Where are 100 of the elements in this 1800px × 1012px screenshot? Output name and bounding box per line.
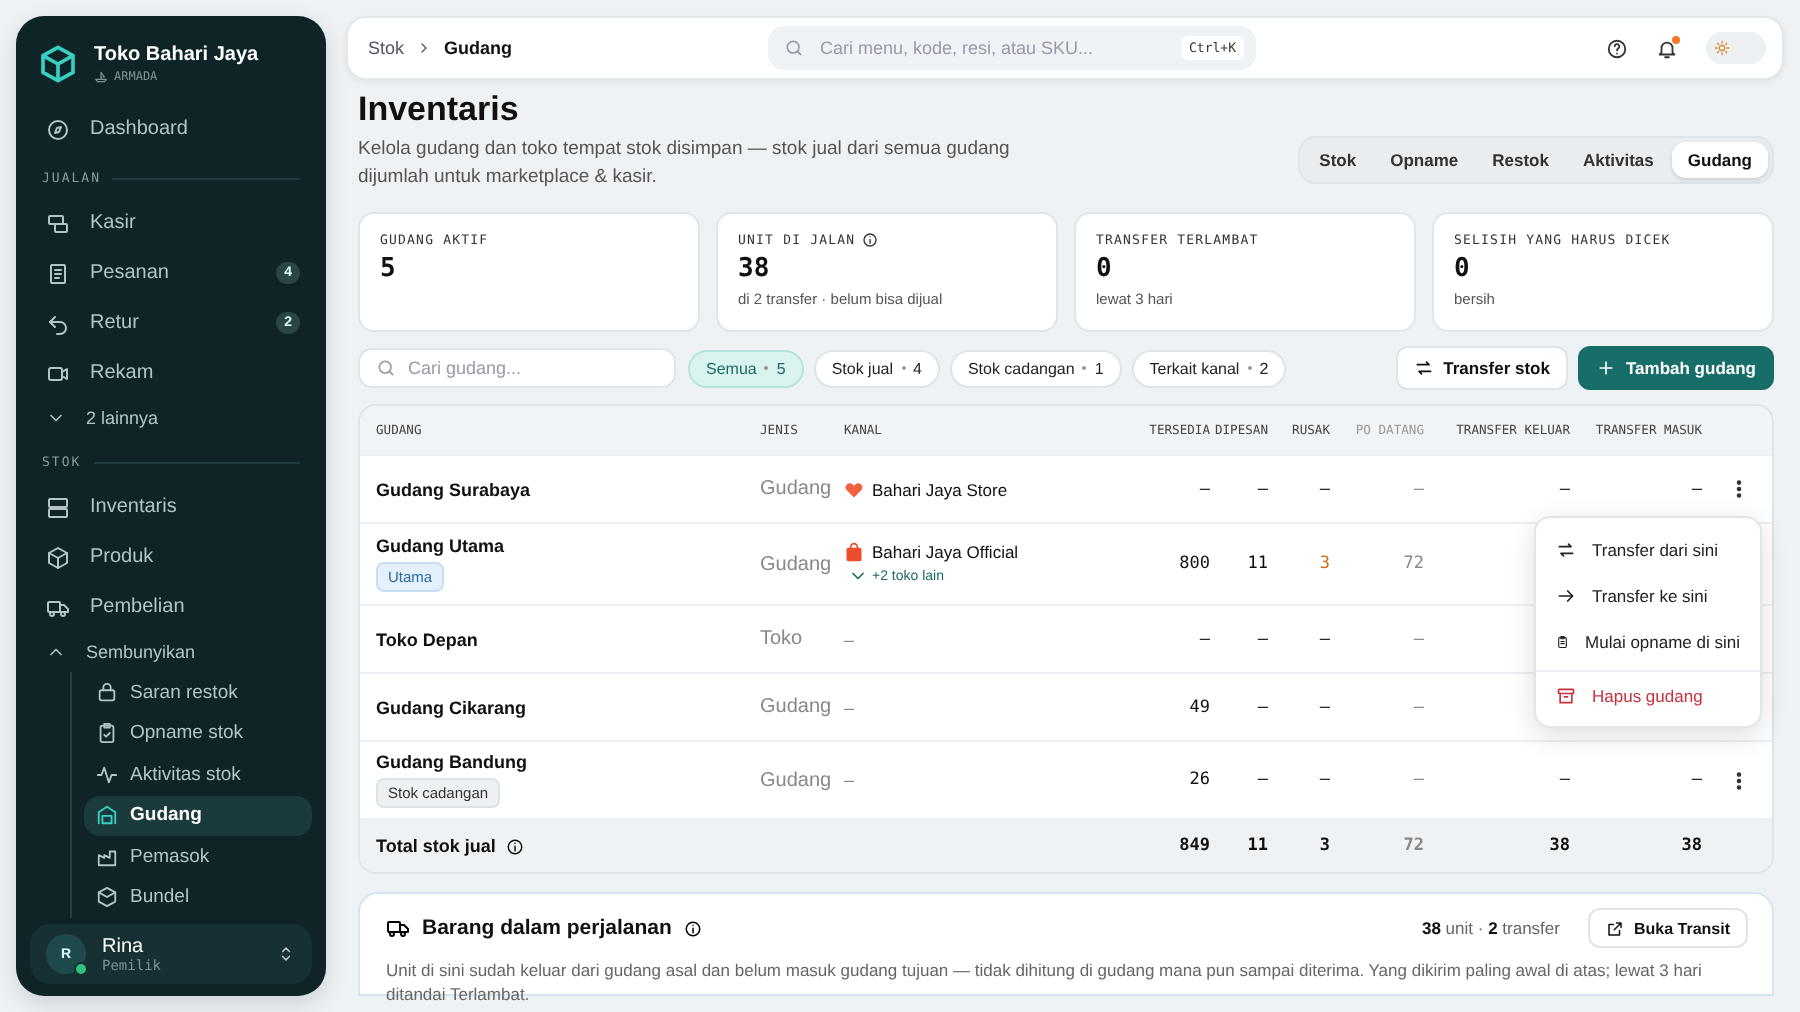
page-title: Inventaris [358,90,521,130]
swap-icon [1413,358,1434,378]
external-link-icon [1605,919,1624,937]
table-cell-text: 11 [1245,836,1268,856]
panel-title: Barang dalam perjalanan [422,916,672,940]
nav-item[interactable]: Dashboard [30,104,312,154]
stat-value: 0 [1096,254,1114,284]
table-cell-text: – [1689,479,1702,499]
table-cell-text: 3 [1317,554,1330,574]
table-cell-text: – [1255,697,1268,717]
table-cell-text: 38 [1547,836,1570,856]
breadcrumb-link[interactable]: Stok [368,38,405,58]
total-label: Total stok jual [376,836,496,856]
nav-item[interactable]: Bundel [84,877,312,918]
compass-icon [46,117,70,141]
table-cell-text: – [1317,479,1330,499]
table-cell-text: – [844,629,857,649]
nav-toggle[interactable]: Sembunyikan [30,632,312,672]
filter-chip[interactable]: Semua 5 [688,349,804,387]
warehouse-name: Gudang Bandung [376,752,529,772]
filter-chip[interactable]: Terkait kanal 2 [1131,349,1287,387]
register-icon [46,211,70,235]
warehouse-name: Gudang Cikarang [376,697,529,717]
activity-icon [96,763,118,786]
shelves-icon [46,495,70,519]
table-cell-text: 3 [1317,836,1330,856]
help-icon[interactable] [1606,37,1628,59]
user-name: Rina [102,935,146,957]
search-icon [784,38,804,58]
stat-value: 5 [380,254,398,284]
table-cell-text: – [1255,770,1268,790]
nav-item[interactable]: Produk [30,532,312,582]
table-cell-text: 38 [1679,836,1702,856]
table-cell-text: Gudang [760,553,834,575]
table-cell-text: – [1411,770,1424,790]
clipboard-icon [1556,631,1570,651]
theme-toggle[interactable] [1706,32,1766,64]
plus-icon [1595,358,1616,378]
table-cell-text: 849 [1177,836,1210,856]
breadcrumb-current: Gudang [444,38,513,58]
info-icon [683,919,702,937]
table-cell-text: – [1411,697,1424,717]
table-cell-text: Gudang [760,478,834,500]
menu-item[interactable]: Mulai opname di sini [1536,618,1760,664]
boat-icon [94,70,108,84]
tab[interactable]: Opname [1374,142,1475,178]
stat-value: 38 [738,254,772,284]
table-cell-text: – [1255,479,1268,499]
nav-item[interactable]: Inventaris [30,482,312,532]
nav-toggle[interactable]: 2 lainnya [30,398,312,438]
building-icon [96,845,118,868]
menu-item[interactable]: Transfer ke sini [1536,572,1760,618]
channel-name: Bahari Jaya Store [872,479,1008,499]
table-cell-text: 72 [1401,836,1424,856]
nav-item[interactable]: Gudang [84,795,312,836]
notification-button[interactable] [1656,37,1678,59]
nav-item[interactable]: Saran restok [84,672,312,713]
truck-icon [46,595,70,619]
nav-item[interactable]: Aktivitas stok [84,754,312,795]
filter-chip[interactable]: Stok jual 4 [813,349,940,387]
transit-summary: 38 unit · 2 transfer [1421,918,1560,938]
table-cell-text: – [1689,770,1702,790]
table-cell-text: – [1411,479,1424,499]
cube-logo-icon [38,44,78,84]
table-cell-text: – [1317,629,1330,649]
table-cell-text: 26 [1187,770,1210,790]
add-button[interactable]: Tambah gudang [1577,346,1774,390]
tab[interactable]: Aktivitas [1566,142,1670,178]
nav-item[interactable]: Kasir [30,198,312,248]
clipboard-icon [96,722,118,745]
nav-item[interactable]: Rekam [30,348,312,398]
bell-icon [1656,37,1678,59]
table-cell-text: Gudang [760,696,834,718]
table-cell-text: – [1197,479,1210,499]
tab[interactable]: Gudang [1671,142,1768,178]
nav-item[interactable]: Pembelian [30,582,312,632]
table-cell-text: – [1317,770,1330,790]
tab[interactable]: Restok [1476,142,1565,178]
truck-icon [386,916,410,940]
trash-icon [1556,685,1576,705]
table-cell-text: – [1317,697,1330,717]
table-cell-text: – [844,697,857,717]
stat-value: 0 [1454,254,1472,284]
receipt-icon [46,261,70,285]
transfer-button[interactable]: Transfer stok [1395,346,1568,390]
filter-chip[interactable]: Stok cadangan 1 [949,349,1122,387]
tab[interactable]: Stok [1303,142,1373,178]
table-cell-text: 72 [1401,554,1424,574]
warehouse-name: Gudang Utama [376,536,507,556]
camera-icon [46,361,70,385]
open-transit-button[interactable]: Buka Transit [1587,908,1748,948]
arrow-right-icon [1556,585,1576,605]
menu-item[interactable]: Transfer dari sini [1536,526,1760,572]
nav-item[interactable]: Opname stok [84,713,312,754]
swap-icon [1556,539,1576,559]
sun-icon [1714,40,1730,56]
page-description: Kelola gudang dan toko tempat stok disimpan — stok jual dari semua gudang dijumlah untuk marketplace & kasir. [358,136,1012,192]
nav-item[interactable]: Pemasok [84,836,312,877]
channel-name: Bahari Jaya Official [872,542,1019,562]
search-icon [376,358,396,378]
